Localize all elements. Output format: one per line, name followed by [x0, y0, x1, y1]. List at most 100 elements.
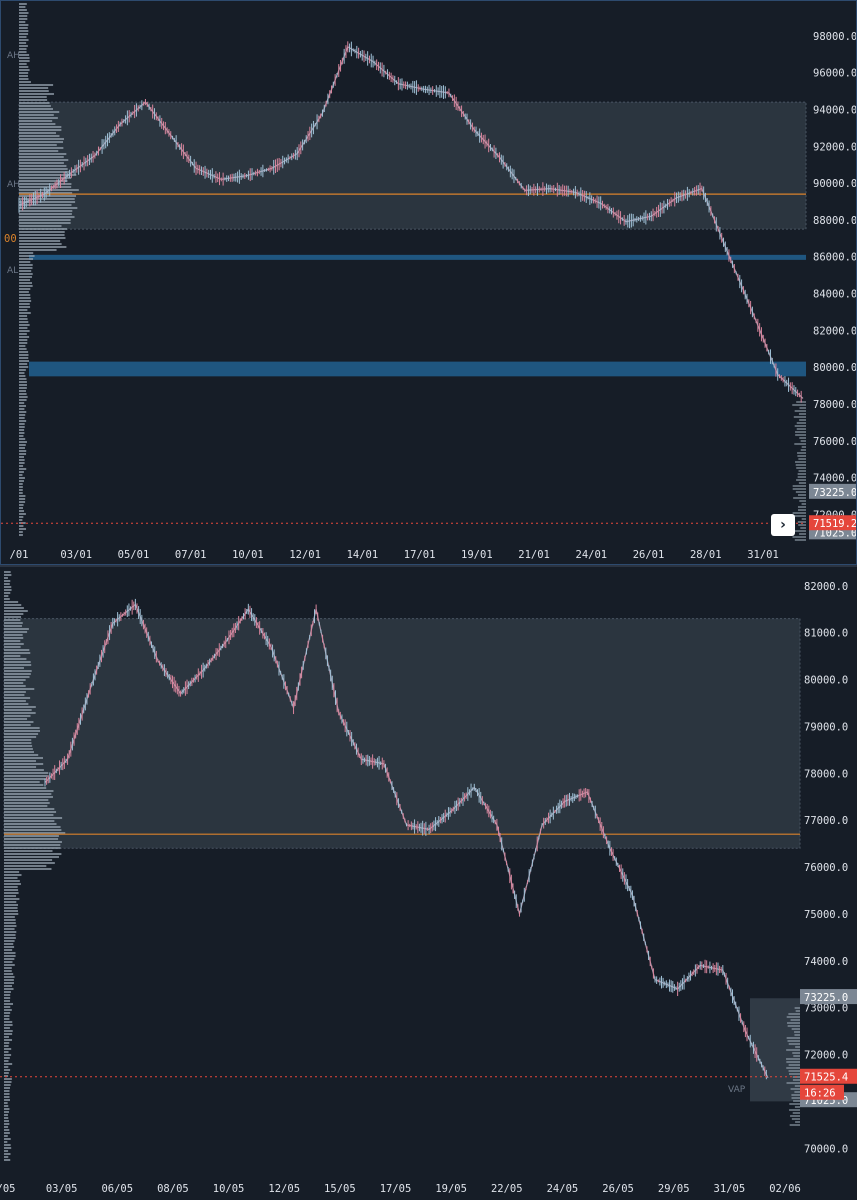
volume-profile-bar: [4, 664, 32, 666]
volume-profile-bar: [4, 634, 23, 636]
volume-profile-bar: [4, 847, 61, 849]
x-tick-label: 24/01: [576, 549, 608, 561]
volume-profile-bar: [19, 459, 25, 461]
right-volume-profile-bar: [795, 461, 806, 463]
volume-profile-bar: [19, 252, 34, 254]
right-volume-profile-bar: [789, 1124, 800, 1126]
volume-profile-bar: [4, 1003, 14, 1005]
price-chart-may[interactable]: 82000.0 81000.0 80000.0 79000.0 78000.0 77000…: [0, 567, 857, 1200]
last-price-label: 71525.4: [804, 1072, 848, 1084]
volume-profile-bar: [4, 1039, 13, 1041]
right-volume-profile-bar: [790, 1088, 800, 1090]
volume-profile-bar: [4, 679, 26, 681]
right-volume-profile-bar: [794, 1007, 800, 1009]
volume-profile-bar: [4, 607, 24, 609]
right-volume-profile-bar: [786, 1061, 800, 1063]
volume-profile-bar: [19, 378, 27, 380]
volume-profile-bar: [4, 589, 12, 591]
x-tick-label: 19/01: [461, 549, 493, 561]
volume-profile-bar: [19, 312, 31, 314]
volume-profile-bar: [4, 745, 33, 747]
y-tick-label: 77000.0: [804, 815, 848, 827]
volume-profile-bar: [19, 147, 64, 149]
volume-profile-bar: [4, 853, 62, 855]
volume-profile-bar: [4, 1090, 10, 1092]
volume-profile-bar: [4, 1000, 10, 1002]
volume-profile-bar: [4, 1099, 11, 1101]
volume-profile-bar: [19, 519, 23, 521]
volume-profile-bar: [4, 784, 44, 786]
volume-profile-bar: [4, 640, 21, 642]
volume-profile-bar: [4, 1015, 10, 1017]
volume-profile-bar: [19, 438, 26, 440]
volume-profile-bar: [4, 769, 44, 771]
right-volume-profile-bar: [799, 437, 806, 439]
volume-profile-bar: [19, 132, 56, 134]
right-volume-profile-bar: [794, 425, 806, 427]
right-volume-profile-bar: [795, 431, 806, 433]
chart-pane-may[interactable]: 82000.0 81000.0 80000.0 79000.0 78000.0 77000…: [0, 565, 857, 1200]
y-tick-label: 78000.0: [804, 768, 848, 780]
x-tick-label: 21/01: [518, 549, 550, 561]
volume-profile-bar: [19, 315, 28, 317]
volume-profile-bar: [4, 1159, 11, 1161]
last-price-label: 71519.2: [813, 518, 856, 530]
right-volume-profile-bar: [792, 485, 806, 487]
volume-profile-bar: [19, 171, 69, 173]
volume-profile-bar: [19, 468, 27, 470]
volume-profile-bar: [4, 820, 55, 822]
right-volume-profile-bar: [786, 1016, 800, 1018]
volume-profile-bar: [4, 715, 31, 717]
volume-profile-bar: [19, 354, 29, 356]
volume-profile-bar: [4, 871, 20, 873]
volume-profile-bar: [19, 294, 31, 296]
volume-profile-bar: [19, 27, 28, 29]
price-chart-january[interactable]: 98000.0 96000.0 94000.0 92000.0 90000.0 88000…: [1, 1, 856, 564]
volume-profile-bar: [4, 976, 15, 978]
y-tick-label: 74000.0: [813, 473, 856, 485]
volume-profile-bar: [4, 703, 29, 705]
volume-profile-bar: [19, 318, 28, 320]
volume-profile-bar: [19, 3, 27, 5]
volume-profile-bar: [4, 994, 11, 996]
volume-profile-bar: [4, 793, 52, 795]
volume-profile-bar: [4, 667, 24, 669]
volume-profile-bar: [19, 276, 32, 278]
volume-profile-bar: [4, 865, 47, 867]
right-volume-profile-bar: [799, 500, 806, 502]
volume-profile-bar: [19, 186, 72, 188]
volume-profile-bar: [19, 333, 27, 335]
volume-profile-bar: [19, 477, 25, 479]
volume-profile-bar: [4, 799, 49, 801]
y-tick-label: 76000.0: [813, 436, 856, 448]
right-volume-profile-bar: [792, 1079, 800, 1081]
volume-profile-bar: [4, 841, 62, 843]
volume-profile-bar: [4, 1051, 9, 1053]
volume-profile-bar: [4, 706, 36, 708]
volume-profile-bar: [19, 321, 29, 323]
chart-pane-january[interactable]: 98000.0 96000.0 94000.0 92000.0 90000.0 88000…: [0, 0, 857, 565]
volume-profile-bar: [19, 372, 25, 374]
volume-profile-bar: [19, 261, 31, 263]
scroll-to-realtime-button[interactable]: ›: [771, 514, 795, 536]
side-label: AL: [7, 266, 18, 276]
volume-profile-bar: [4, 718, 28, 720]
volume-profile-bar: [4, 724, 31, 726]
volume-profile-bar: [4, 955, 16, 957]
volume-profile-bar: [4, 1093, 10, 1095]
right-volume-profile-bar: [788, 1073, 800, 1075]
volume-profile-bar: [4, 631, 28, 633]
volume-profile-bar: [4, 856, 59, 858]
volume-profile-bar: [4, 1150, 9, 1152]
volume-profile-bar: [19, 450, 27, 452]
volume-profile-bar: [19, 492, 23, 494]
volume-profile-bar: [19, 351, 29, 353]
volume-profile-bar: [4, 910, 18, 912]
volume-profile-bar: [4, 922, 16, 924]
volume-profile-bar: [19, 90, 49, 92]
volume-profile-bar: [19, 306, 31, 308]
volume-profile-bar: [4, 697, 31, 699]
volume-profile-bar: [4, 574, 12, 576]
right-volume-profile-bar: [801, 503, 806, 505]
x-tick-label: 31/05: [714, 1183, 746, 1195]
